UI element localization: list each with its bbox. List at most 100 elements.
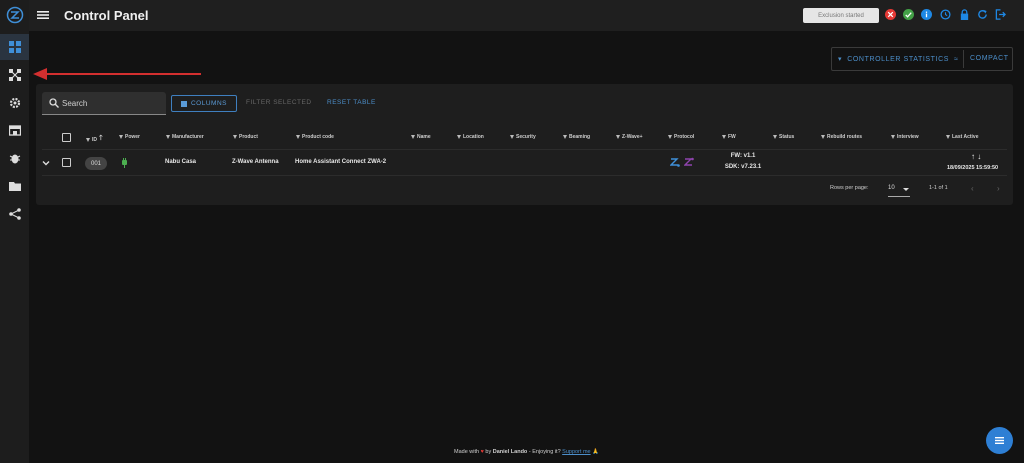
search-input[interactable] (62, 95, 162, 112)
cell-product: Z-Wave Antenna (232, 159, 279, 165)
column-header-security[interactable]: Security (510, 134, 536, 140)
row-checkbox[interactable] (62, 158, 71, 167)
chart-line-icon: ≈ (954, 56, 959, 63)
filter-icon (668, 135, 672, 139)
gear-icon (9, 97, 20, 109)
sidebar-item-control-panel[interactable] (0, 34, 29, 60)
logout-icon[interactable] (995, 9, 1006, 20)
header-divider (42, 149, 1007, 150)
top-app-bar: Control Panel Exclusion started (29, 0, 1024, 31)
row-divider (42, 175, 1007, 176)
cell-fw-version: FW: v1.1 (730, 153, 756, 159)
filter-selected-button[interactable]: FILTER SELECTED (246, 99, 312, 106)
network-icon (8, 69, 21, 81)
filter-icon (457, 135, 461, 139)
stop-exclusion-icon[interactable] (885, 9, 896, 20)
columns-button[interactable]: COLUMNS (171, 95, 237, 112)
cell-sdk-version: SDK: v7.23.1 (724, 164, 762, 170)
sidebar-item-debug[interactable] (0, 145, 29, 171)
lock-icon[interactable] (959, 9, 970, 20)
pagination-range: 1-1 of 1 (929, 185, 948, 191)
support-me-link[interactable]: Support me (562, 449, 590, 455)
info-icon[interactable] (921, 9, 932, 20)
sidebar-item-share[interactable] (0, 201, 29, 227)
author-name: Daniel Lando (492, 449, 528, 455)
filter-icon (773, 135, 777, 139)
column-header-protocol[interactable]: Protocol (668, 134, 694, 140)
column-header-location[interactable]: Location (457, 134, 484, 140)
sidebar-item-store[interactable] (0, 117, 29, 143)
filter-icon (166, 135, 170, 139)
filter-icon (722, 135, 726, 139)
stats-button-group: ▾ CONTROLLER STATISTICS ≈ COMPACT (831, 47, 1013, 71)
check-network-icon[interactable] (903, 9, 914, 20)
folder-icon (8, 182, 21, 191)
column-header-id[interactable]: ID 🡑 (86, 134, 103, 145)
select-all-checkbox[interactable] (62, 133, 71, 142)
sidebar-item-store-folder[interactable] (0, 173, 29, 199)
zwave-lr-protocol-icon (684, 157, 694, 166)
column-header-power[interactable]: Power (119, 134, 140, 140)
chevron-left-icon[interactable]: ‹ (971, 184, 974, 193)
rows-per-page-select[interactable]: 10 (888, 182, 910, 197)
column-header-manufacturer[interactable]: Manufacturer (166, 134, 204, 140)
column-header-product[interactable]: Product (233, 134, 258, 140)
filter-icon (563, 135, 567, 139)
floating-menu-button[interactable] (986, 427, 1013, 454)
reset-table-button[interactable]: RESET TABLE (327, 99, 376, 106)
sort-ascending-icon: 🡑 (99, 135, 103, 142)
column-header-last-active[interactable]: Last Active (946, 134, 979, 140)
search-field[interactable] (42, 92, 166, 115)
sidebar-item-network-graph[interactable] (0, 62, 29, 88)
cell-product-code: Home Assistant Connect ZWA-2 (295, 159, 387, 165)
column-header-status[interactable]: Status (773, 134, 794, 140)
dashboard-icon (8, 41, 21, 53)
filter-icon (946, 135, 950, 139)
filter-icon (296, 135, 300, 139)
divider (963, 50, 964, 68)
filter-icon (616, 135, 620, 139)
refresh-icon[interactable] (977, 9, 988, 20)
filter-icon (411, 135, 415, 139)
app-logo-icon[interactable] (6, 6, 24, 24)
dropdown-arrow-icon (903, 188, 909, 191)
filter-icon (233, 135, 237, 139)
column-header-product-code[interactable]: Product code (296, 134, 334, 140)
column-header-fw[interactable]: FW (722, 134, 736, 140)
filter-icon (119, 135, 123, 139)
zwave-protocol-icon (670, 158, 680, 167)
cell-manufacturer: Nabu Casa (165, 159, 197, 165)
columns-icon (180, 100, 187, 107)
share-icon (8, 208, 21, 220)
filter-icon (510, 135, 514, 139)
sort-arrows[interactable]: ↑ ↓ (971, 152, 981, 161)
menu-icon[interactable] (37, 9, 49, 21)
red-arrow-annotation (33, 68, 201, 80)
nodes-table-card: COLUMNS FILTER SELECTED RESET TABLE ID🡑 … (36, 84, 1013, 205)
chevron-down-icon: ▾ (838, 56, 843, 63)
column-header-zwave-plus[interactable]: Z-Wave+ (616, 134, 643, 140)
node-id-badge: 001 (85, 157, 107, 170)
filter-icon (86, 137, 90, 142)
filter-icon (891, 135, 895, 139)
exclusion-status-badge: Exclusion started (803, 8, 879, 23)
page-title: Control Panel (64, 8, 149, 23)
bug-icon (9, 154, 20, 164)
heart-icon: ♥ (480, 449, 484, 455)
controller-statistics-button[interactable]: ▾ CONTROLLER STATISTICS ≈ (838, 55, 959, 63)
chevron-right-icon[interactable]: › (997, 184, 1000, 193)
column-header-interview[interactable]: Interview (891, 134, 919, 140)
pray-icon: 🙏 (592, 449, 599, 455)
column-header-beaming[interactable]: Beaming (563, 134, 590, 140)
compact-button[interactable]: COMPACT (970, 55, 1009, 62)
footer: Made with ♥ by Daniel Lando - Enjoying i… (454, 449, 599, 455)
sidebar-item-settings[interactable] (0, 90, 29, 116)
store-icon (8, 125, 21, 136)
filter-icon (821, 135, 825, 139)
history-icon[interactable] (940, 9, 951, 20)
search-icon (49, 98, 59, 108)
cell-last-active: 18/09/2025 15:59:50 (947, 165, 999, 171)
chevron-down-icon[interactable] (42, 159, 50, 167)
column-header-rebuild-routes[interactable]: Rebuild routes (821, 134, 862, 140)
column-header-name[interactable]: Name (411, 134, 431, 140)
